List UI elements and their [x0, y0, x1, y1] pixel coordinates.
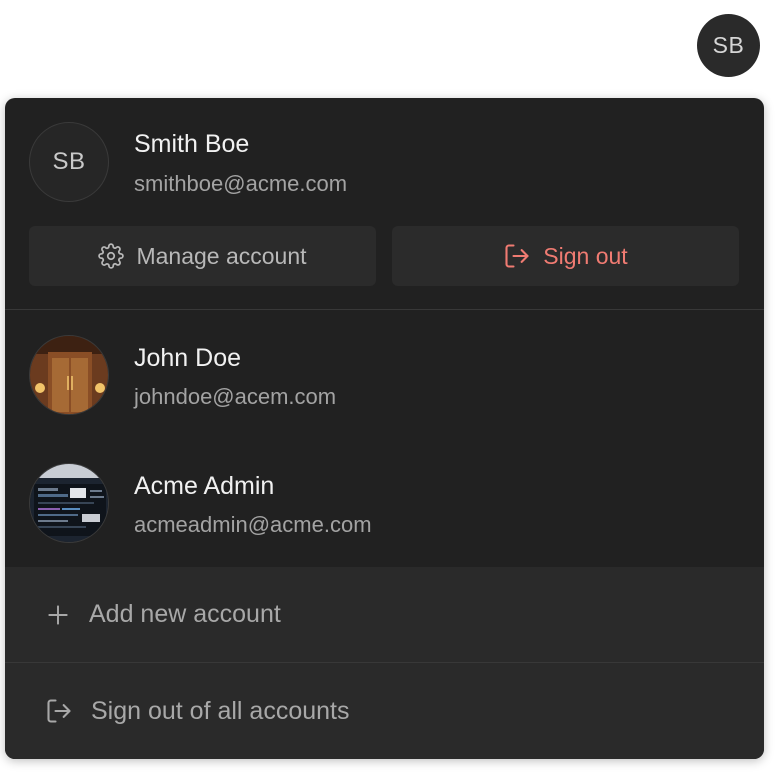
sign-out-all-button[interactable]: Sign out of all accounts	[5, 663, 764, 759]
current-account-email: smithboe@acme.com	[134, 171, 348, 196]
account-name: Acme Admin	[134, 472, 275, 500]
account-item-john-doe[interactable]: John Doe johndoe@acem.com	[5, 311, 764, 439]
current-account-section: SB Smith Boe smithboe@acme.com Manage ac…	[5, 98, 764, 310]
current-account-name: Smith Boe	[134, 130, 250, 158]
account-name: John Doe	[134, 344, 242, 372]
door-photo-avatar	[29, 335, 109, 415]
code-screen-photo-avatar	[29, 463, 109, 543]
account-email: acmeadmin@acme.com	[134, 512, 372, 537]
account-email: johndoe@acem.com	[134, 384, 337, 409]
sign-out-all-label: Sign out of all accounts	[91, 696, 350, 725]
account-switcher-menu: SB Smith Boe smithboe@acme.com Manage ac…	[5, 98, 764, 759]
sign-out-icon	[45, 697, 73, 725]
manage-account-label: Manage account	[136, 242, 307, 269]
gear-icon	[98, 243, 125, 269]
manage-account-button[interactable]: Manage account	[29, 226, 376, 286]
user-menu-trigger-avatar[interactable]: SB	[697, 14, 760, 77]
sign-out-icon	[503, 242, 531, 270]
account-item-acme-admin[interactable]: Acme Admin acmeadmin@acme.com	[5, 439, 764, 567]
current-account-avatar: SB	[29, 122, 109, 202]
plus-icon	[45, 602, 71, 628]
add-new-account-button[interactable]: Add new account	[5, 567, 764, 662]
add-new-account-label: Add new account	[89, 600, 281, 628]
sign-out-button[interactable]: Sign out	[392, 226, 739, 286]
sign-out-label: Sign out	[543, 242, 628, 269]
